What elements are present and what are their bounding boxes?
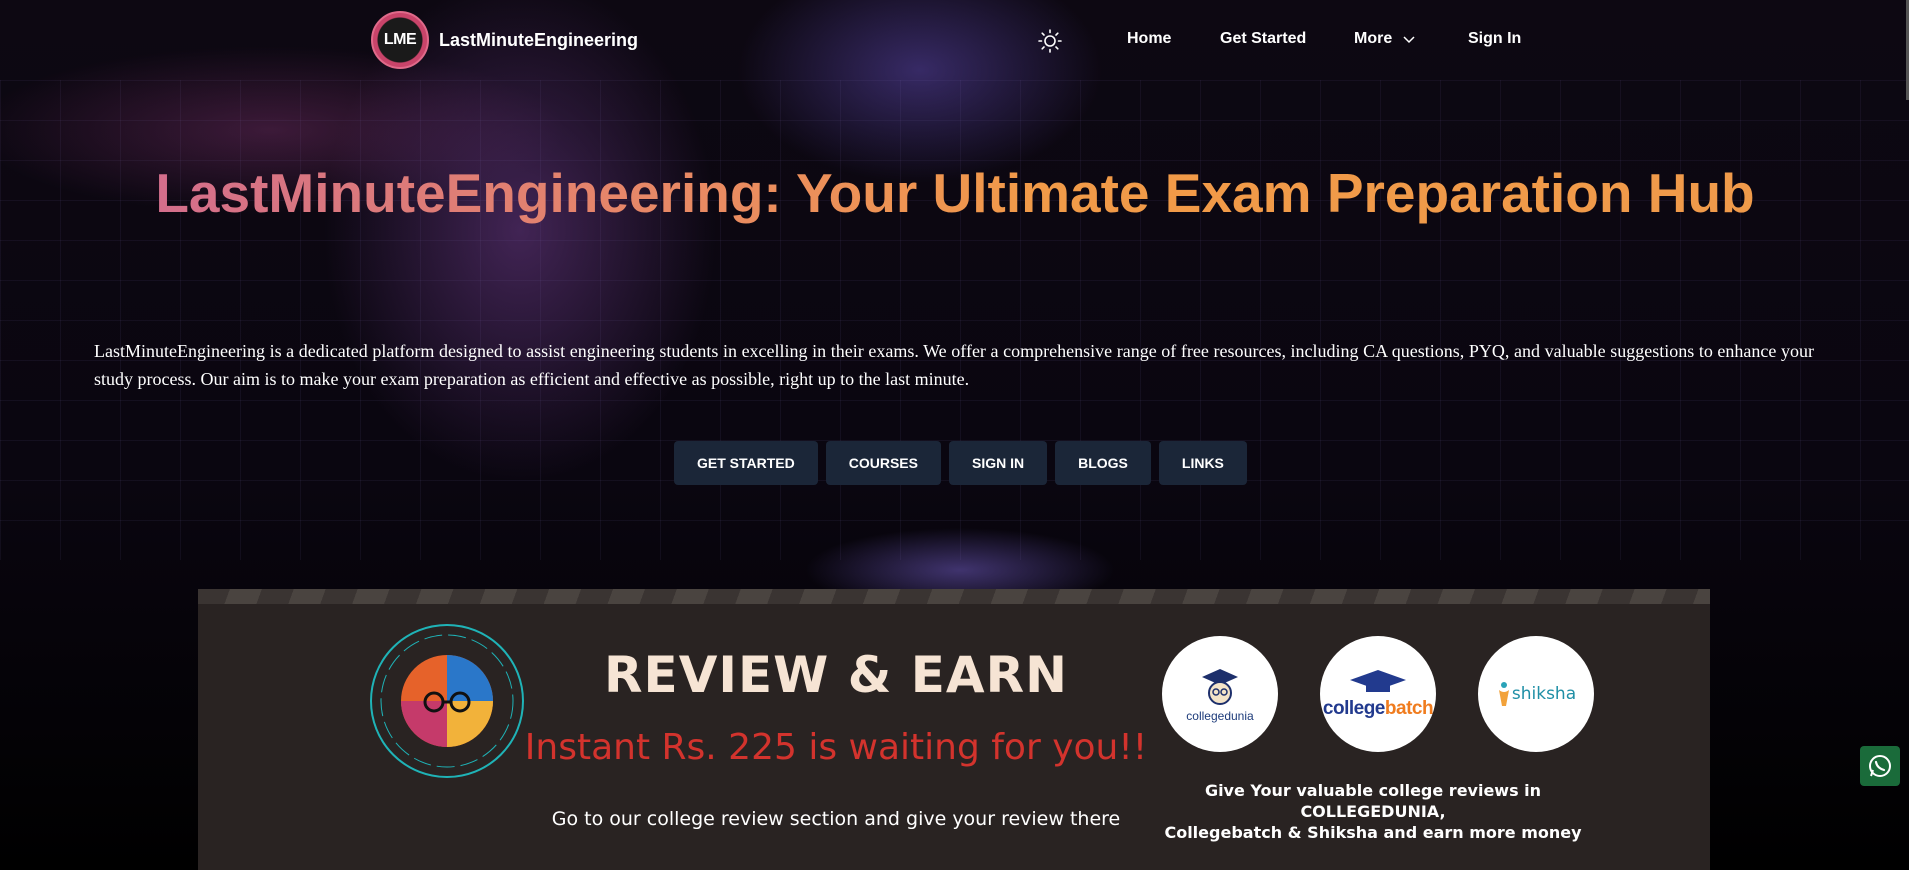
collegebatch-name-part2: batch [1384, 698, 1434, 719]
sun-icon[interactable] [1038, 29, 1062, 53]
brand-link[interactable]: LME LastMinuteEngineering [371, 11, 638, 69]
collegebatch-name: collegebatch [1322, 698, 1434, 720]
collegedunia-name: collegedunia [1186, 709, 1254, 723]
review-earn-banner[interactable]: REVIEW & EARN Instant Rs. 225 is waiting… [198, 589, 1710, 870]
partner-reviews-line1: Give Your valuable college reviews in CO… [1204, 781, 1542, 821]
nav-more-label: More [1354, 30, 1393, 47]
nav-sign-in[interactable]: Sign In [1468, 30, 1521, 48]
links-button[interactable]: LINKS [1158, 441, 1247, 485]
nav-get-started[interactable]: Get Started [1220, 30, 1306, 48]
get-started-button[interactable]: GET STARTED [674, 441, 818, 485]
collegebatch-name-part1: college [1322, 698, 1385, 719]
shiksha-name: shiksha [1511, 684, 1577, 704]
logo: LME [371, 11, 429, 69]
courses-button[interactable]: COURSES [825, 441, 941, 485]
blogs-button[interactable]: BLOGS [1055, 441, 1151, 485]
background-grid [0, 80, 1909, 560]
chevron-down-icon [1403, 36, 1415, 44]
whatsapp-button[interactable] [1860, 746, 1900, 786]
graduation-cap-icon [1350, 670, 1406, 692]
partner-reviews-text: Give Your valuable college reviews in CO… [1158, 780, 1588, 843]
review-earn-title: REVIEW & EARN [604, 646, 1068, 704]
hero-description: LastMinuteEngineering is a dedicated pla… [94, 341, 1814, 389]
collegebatch-logo[interactable]: collegebatch [1320, 636, 1436, 752]
nav-home[interactable]: Home [1127, 30, 1171, 48]
collegedunia-logo[interactable]: collegedunia [1162, 636, 1278, 752]
hero-buttons: GET STARTED COURSES SIGN IN BLOGS LINKS [674, 441, 1247, 485]
logo-text: LME [383, 31, 417, 48]
banner-texture [198, 589, 1710, 604]
brand-name: LastMinuteEngineering [439, 29, 639, 50]
sign-in-button[interactable]: SIGN IN [948, 441, 1048, 485]
hero-title: LastMinuteEngineering: Your Ultimate Exa… [100, 158, 1810, 229]
graduate-icon [1202, 669, 1238, 705]
shiksha-figure-icon [1498, 682, 1509, 706]
partner-reviews-line2: Collegebatch & Shiksha and earn more mon… [1164, 823, 1582, 842]
shiksha-logo[interactable]: shiksha [1478, 636, 1594, 752]
nav-more[interactable]: More [1354, 30, 1416, 48]
whatsapp-icon [1869, 755, 1891, 777]
instant-reward-text: Instant Rs. 225 is waiting for you!! [524, 727, 1148, 768]
